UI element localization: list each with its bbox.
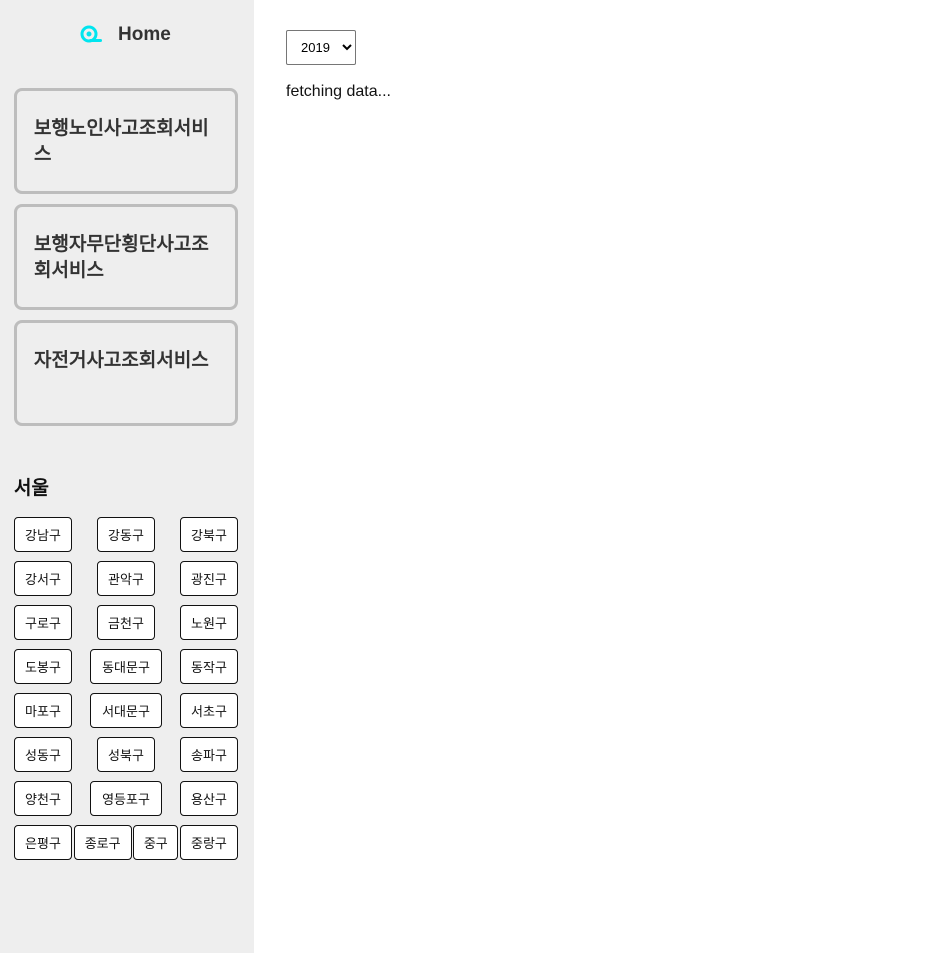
service-card-label: 보행자무단횡단사고조회서비스: [34, 233, 209, 281]
region-title: 서울: [14, 477, 49, 499]
district-button[interactable]: 중구: [133, 825, 179, 860]
year-select[interactable]: 2019: [286, 30, 356, 65]
district-list: 강남구 강동구 강북구 강서구 관악구 광진구 구로구 금천구 노원구 도봉구 …: [14, 517, 238, 869]
home-label: Home: [118, 24, 171, 45]
district-button[interactable]: 용산구: [180, 781, 238, 816]
district-button[interactable]: 동대문구: [90, 649, 162, 684]
district-button[interactable]: 양천구: [14, 781, 72, 816]
district-button[interactable]: 도봉구: [14, 649, 72, 684]
district-button[interactable]: 강동구: [97, 517, 155, 552]
district-button[interactable]: 구로구: [14, 605, 72, 640]
district-button[interactable]: 영등포구: [90, 781, 162, 816]
district-button[interactable]: 강북구: [180, 517, 238, 552]
district-button[interactable]: 관악구: [97, 561, 155, 596]
district-button[interactable]: 은평구: [14, 825, 72, 860]
district-button[interactable]: 마포구: [14, 693, 72, 728]
service-card-jaywalking[interactable]: 보행자무단횡단사고조회서비스: [14, 204, 238, 310]
district-button[interactable]: 종로구: [73, 825, 132, 860]
district-button[interactable]: 동작구: [180, 649, 238, 684]
service-card-label: 보행노인사고조회서비스: [34, 117, 209, 165]
service-card-label: 자전거사고조회서비스: [34, 349, 209, 371]
home-link[interactable]: Home: [80, 24, 171, 46]
service-card-elderly-pedestrian[interactable]: 보행노인사고조회서비스: [14, 88, 238, 194]
district-button[interactable]: 송파구: [180, 737, 238, 772]
main-content: 2019 fetching data...: [286, 30, 391, 101]
district-button[interactable]: 서초구: [180, 693, 238, 728]
service-card-bicycle[interactable]: 자전거사고조회서비스: [14, 320, 238, 426]
district-button[interactable]: 성북구: [97, 737, 155, 772]
district-button[interactable]: 금천구: [97, 605, 155, 640]
district-button[interactable]: 중랑구: [179, 825, 238, 860]
district-button[interactable]: 강남구: [14, 517, 72, 552]
district-button[interactable]: 강서구: [14, 561, 72, 596]
loading-status: fetching data...: [286, 83, 391, 100]
district-button[interactable]: 서대문구: [90, 693, 162, 728]
district-button[interactable]: 노원구: [180, 605, 238, 640]
snail-icon: [80, 25, 102, 43]
district-button[interactable]: 광진구: [180, 561, 238, 596]
sidebar: Home 보행노인사고조회서비스 보행자무단횡단사고조회서비스 자전거사고조회서…: [0, 0, 254, 953]
district-button[interactable]: 성동구: [14, 737, 72, 772]
